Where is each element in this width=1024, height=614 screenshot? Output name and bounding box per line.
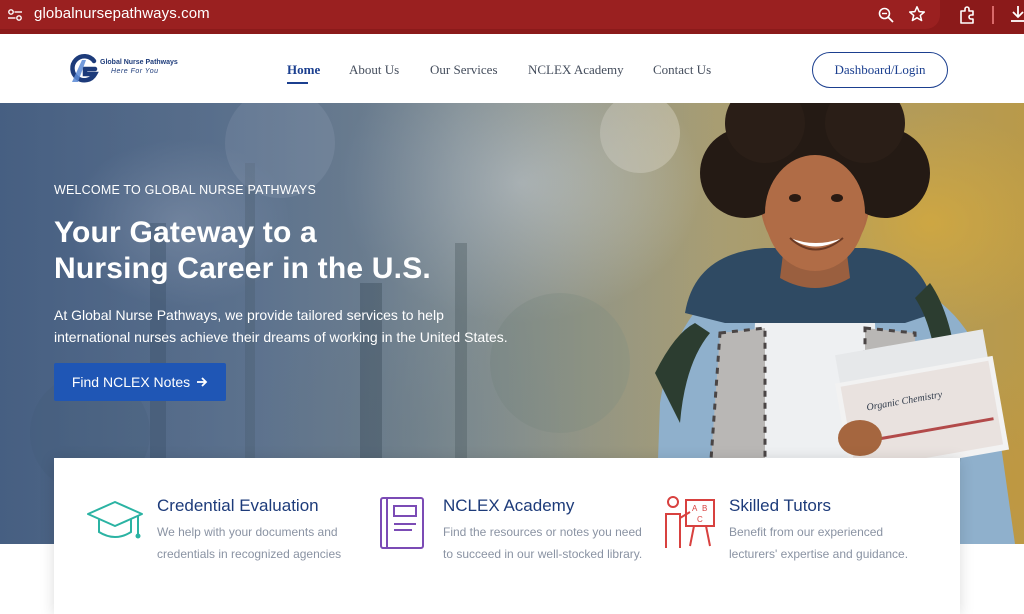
feature-description: We help with your documents and credenti… — [157, 525, 342, 561]
teacher-board-icon: A B C — [665, 496, 715, 548]
feature-title: NCLEX Academy — [443, 496, 575, 515]
logo-name: Global Nurse Pathways — [100, 59, 178, 66]
zoom-icon[interactable] — [877, 6, 895, 24]
hero-title: Your Gateway to a Nursing Career in the … — [54, 215, 514, 287]
feature-title: Credential Evaluation — [157, 496, 319, 515]
site-settings-icon[interactable] — [7, 7, 23, 23]
feature-skilled-tutors[interactable]: A B C Skilled Tutors Benefit from our ex… — [654, 458, 960, 614]
hero-description: At Global Nurse Pathways, we provide tai… — [54, 307, 508, 345]
toolbar-divider — [992, 6, 994, 24]
logo-g-icon — [70, 54, 99, 83]
book-icon — [380, 497, 424, 549]
hero-eyebrow: WELCOME TO GLOBAL NURSE PATHWAYS — [54, 183, 317, 197]
graduation-cap-icon — [87, 501, 143, 539]
feature-description: Find the resources or notes you need to … — [443, 525, 643, 561]
address-bar[interactable]: globalnursepathways.com — [0, 0, 940, 29]
feature-nclex-academy[interactable]: NCLEX Academy Find the resources or note… — [354, 458, 654, 614]
board-letter-c: C — [697, 515, 703, 524]
logo-tagline: Here For You — [111, 68, 159, 75]
feature-credential-evaluation[interactable]: Credential Evaluation We help with your … — [54, 458, 354, 614]
url-text[interactable]: globalnursepathways.com — [34, 5, 210, 22]
feature-description: Benefit from our experienced lecturers' … — [729, 525, 909, 561]
arrow-right-icon — [197, 377, 208, 387]
nav-about-us[interactable]: About Us — [349, 62, 399, 78]
download-icon[interactable] — [1008, 4, 1024, 24]
nav-nclex-academy[interactable]: NCLEX Academy — [528, 62, 624, 78]
features-card: Credential Evaluation We help with your … — [54, 458, 960, 614]
nav-active-indicator — [287, 82, 308, 84]
board-letter-b: B — [702, 504, 707, 513]
nav-our-services[interactable]: Our Services — [430, 62, 498, 78]
find-nclex-notes-button[interactable]: Find NCLEX Notes — [54, 363, 226, 401]
board-letter-a: A — [692, 504, 698, 513]
hero-title-line-2: Nursing Career in the U.S. — [54, 252, 431, 285]
site-logo[interactable]: Global Nurse Pathways Here For You — [68, 52, 188, 86]
browser-toolbar: globalnursepathways.com — [0, 0, 1024, 34]
find-nclex-notes-label: Find NCLEX Notes — [71, 374, 191, 390]
hero-title-line-1: Your Gateway to a — [54, 216, 317, 249]
star-icon[interactable] — [908, 5, 926, 23]
extensions-icon[interactable] — [957, 5, 977, 25]
feature-title: Skilled Tutors — [729, 496, 832, 515]
dashboard-login-button[interactable]: Dashboard/Login — [812, 52, 948, 88]
nav-home[interactable]: Home — [287, 62, 320, 78]
nav-contact-us[interactable]: Contact Us — [653, 62, 711, 78]
